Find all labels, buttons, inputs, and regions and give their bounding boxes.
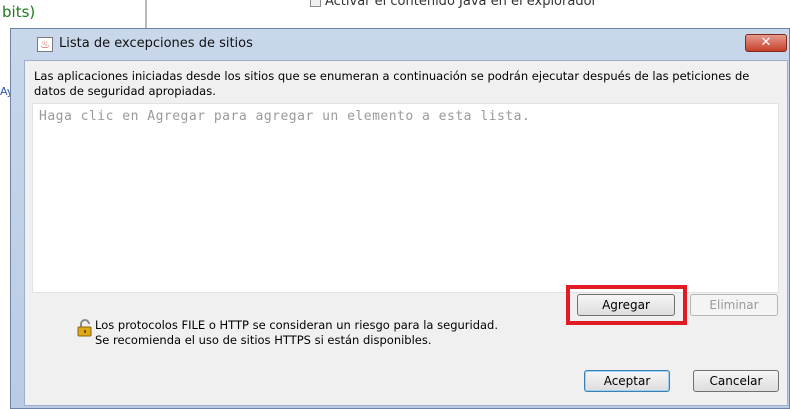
java-enable-label: Activar el contenido Java en el explorad… xyxy=(325,0,597,9)
dialog-titlebar[interactable]: ♨ Lista de excepciones de sitios ✕ xyxy=(11,29,789,59)
warning-text-line1: Los protocolos FILE o HTTP se consideran… xyxy=(95,318,499,332)
close-icon: ✕ xyxy=(760,35,772,50)
background-text-bits: bits) xyxy=(2,3,36,21)
ok-button[interactable]: Aceptar xyxy=(584,370,670,392)
background-panel: bits) xyxy=(0,0,145,30)
dialog-content: Las aplicaciones iniciadas desde los sit… xyxy=(24,60,788,406)
remove-button[interactable]: Eliminar xyxy=(690,294,778,316)
dialog-description: Las aplicaciones iniciadas desde los sit… xyxy=(34,69,750,98)
dialog-title: Lista de excepciones de sitios xyxy=(59,36,253,51)
java-icon: ♨ xyxy=(37,37,53,52)
close-button[interactable]: ✕ xyxy=(745,34,787,52)
cancel-button[interactable]: Cancelar xyxy=(693,370,779,392)
site-exception-dialog: ♨ Lista de excepciones de sitios ✕ Las a… xyxy=(10,28,790,409)
warning-text-line2: Se recomienda el uso de sitios HTTPS si … xyxy=(95,333,432,347)
add-button[interactable]: Agregar xyxy=(577,294,675,316)
site-exception-list[interactable]: Haga clic en Agregar para agregar un ele… xyxy=(32,103,779,293)
lock-icon xyxy=(77,319,92,337)
list-placeholder: Haga clic en Agregar para agregar un ele… xyxy=(39,109,531,124)
java-enable-checkbox[interactable] xyxy=(310,0,321,7)
background-top-strip: Activar el contenido Java en el explorad… xyxy=(147,0,790,28)
